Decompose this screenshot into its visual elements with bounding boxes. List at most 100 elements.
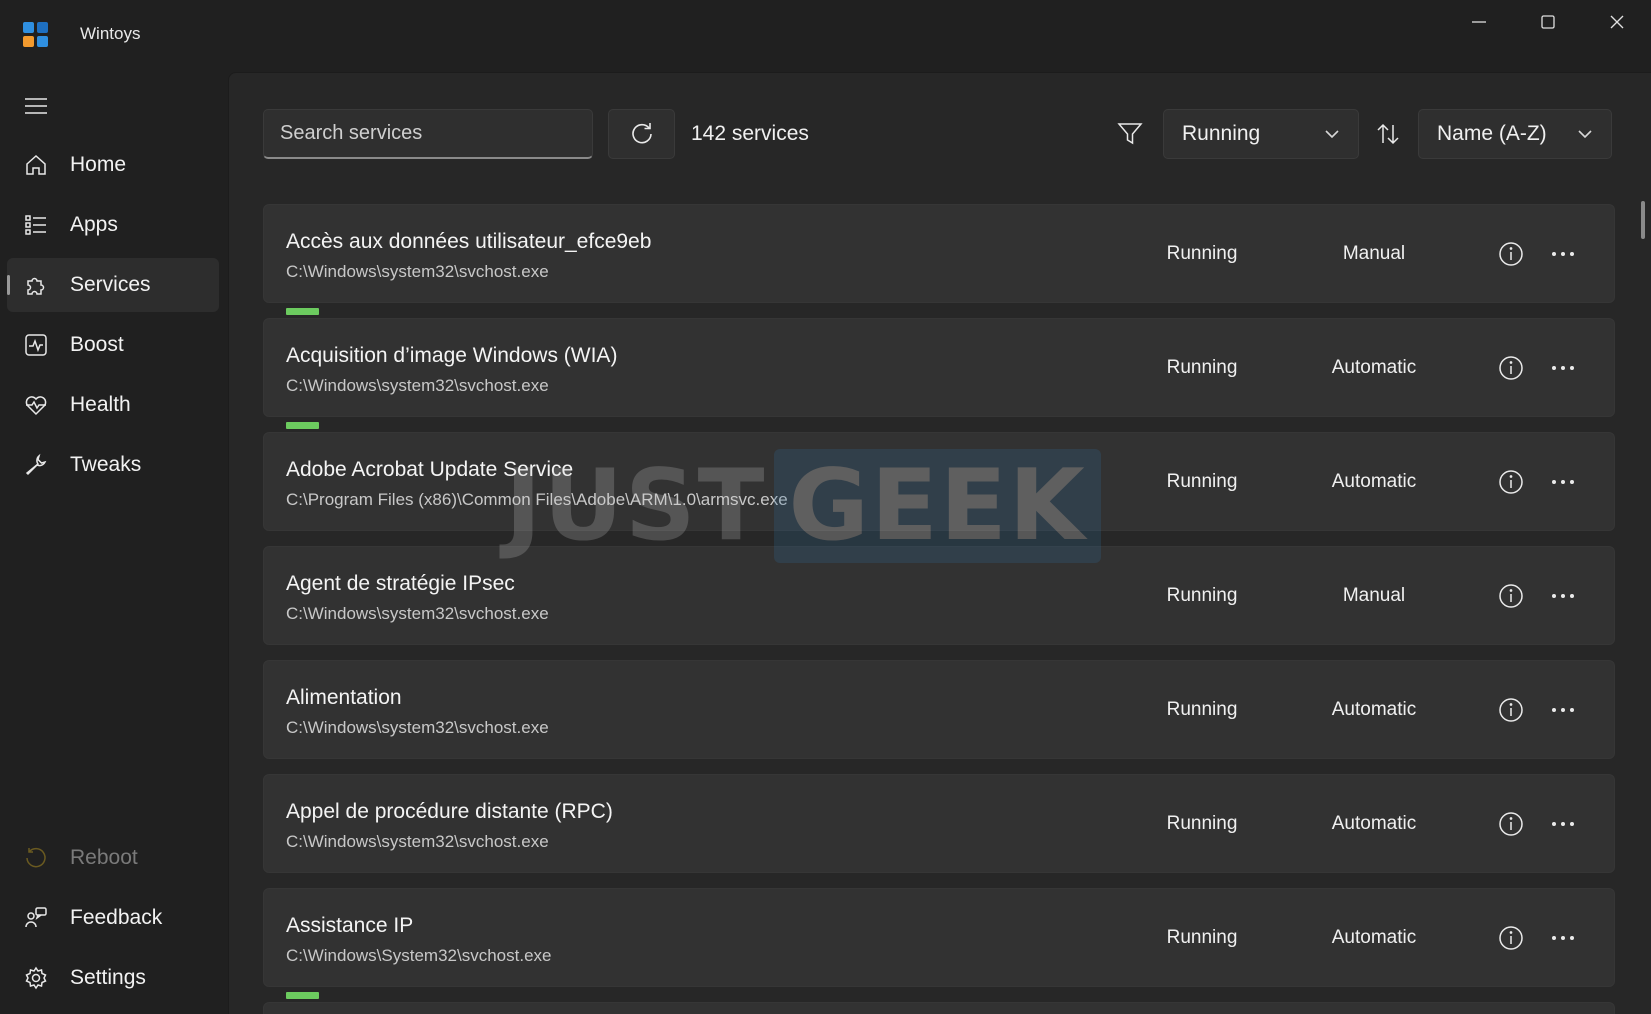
more-icon [1552,594,1574,598]
gear-icon [24,966,48,990]
more-icon [1552,708,1574,712]
running-indicator-bar [286,422,319,429]
app-title: Wintoys [80,24,141,43]
service-status: Running [1166,927,1238,948]
service-count: 142 services [691,122,809,145]
service-startup-type: Automatic [1331,699,1417,720]
service-name: Accès aux données utilisateur_efce9eb [286,230,652,253]
service-startup-type: Manual [1342,585,1406,606]
service-row[interactable]: Accès aux données utilisateur_efce9eb C:… [263,204,1615,303]
service-name: Alimentation [286,686,402,709]
maximize-icon [1540,15,1555,29]
refresh-button[interactable] [608,109,675,159]
service-status: Running [1166,585,1238,606]
sidebar-item-label: Boost [70,333,124,356]
service-startup-type: Manual [1342,243,1406,264]
service-path: C:\Windows\system32\svchost.exe [286,718,549,737]
more-options-button[interactable] [1550,697,1576,723]
sort-dropdown[interactable]: Name (A-Z) [1418,109,1612,159]
running-indicator-bar [286,992,319,999]
service-path: C:\Windows\system32\svchost.exe [286,832,549,851]
services-panel: 142 services Running Name (A-Z) Accès au… [228,72,1651,1014]
more-options-button[interactable] [1550,469,1576,495]
service-row[interactable]: Alimentation C:\Windows\system32\svchost… [263,660,1615,759]
apps-list-icon [24,213,48,237]
more-options-button[interactable] [1550,583,1576,609]
service-row[interactable]: Appel de procédure distante (RPC) C:\Win… [263,774,1615,873]
sidebar-item-settings[interactable]: Settings [7,951,219,1005]
maximize-button[interactable] [1513,0,1582,44]
service-path: C:\Windows\System32\svchost.exe [286,946,552,965]
sidebar-item-label: Tweaks [70,453,142,476]
info-icon [1499,470,1523,494]
service-path: C:\Windows\system32\svchost.exe [286,262,549,281]
sidebar-item-feedback[interactable]: Feedback [7,891,219,945]
sidebar-item-services[interactable]: Services [7,258,219,312]
info-icon [1499,584,1523,608]
info-button[interactable] [1498,469,1524,495]
sidebar-nav: Home Apps Services Boost Health Tweaks [7,138,219,498]
sidebar-bottom-nav: Reboot Feedback Settings [7,831,219,1011]
info-button[interactable] [1498,583,1524,609]
more-options-button[interactable] [1550,811,1576,837]
more-options-button[interactable] [1550,925,1576,951]
close-icon [1610,15,1623,29]
service-startup-type: Automatic [1331,357,1417,378]
close-button[interactable] [1582,0,1651,44]
service-row[interactable]: Agent de stratégie IPsec C:\Windows\syst… [263,546,1615,645]
filter-icon [1117,121,1143,147]
info-button[interactable] [1498,811,1524,837]
wrench-icon [24,453,48,477]
feedback-icon [24,906,48,930]
service-row[interactable] [263,992,1615,1014]
more-icon [1552,822,1574,826]
service-startup-type: Automatic [1331,927,1417,948]
title-bar: Wintoys [0,0,1651,70]
service-status: Running [1166,357,1238,378]
window-controls [1444,0,1651,44]
sort-icon[interactable] [1375,121,1401,147]
sidebar-item-home[interactable]: Home [7,138,219,192]
more-icon [1552,366,1574,370]
toolbar: 142 services Running Name (A-Z) [263,109,1623,159]
more-icon [1552,936,1574,940]
service-row[interactable]: Adobe Acrobat Update Service C:\Program … [263,422,1615,531]
info-icon [1499,698,1523,722]
sidebar-item-reboot[interactable]: Reboot [7,831,219,885]
heart-pulse-icon [24,393,48,417]
more-icon [1552,252,1574,256]
scrollbar-thumb[interactable] [1641,201,1645,239]
service-row[interactable]: Assistance IP C:\Windows\System32\svchos… [263,888,1615,987]
service-row[interactable]: Acquisition d’image Windows (WIA) C:\Win… [263,308,1615,417]
info-button[interactable] [1498,925,1524,951]
sidebar-item-label: Home [70,153,127,176]
info-icon [1499,356,1523,380]
sidebar-item-tweaks[interactable]: Tweaks [7,438,219,492]
service-name: Assistance IP [286,914,414,937]
sidebar-item-label: Settings [70,966,146,989]
home-icon [24,153,48,177]
sidebar-item-label: Apps [70,213,118,236]
more-options-button[interactable] [1550,355,1576,381]
chevron-down-icon [1325,130,1339,139]
sidebar-item-label: Reboot [70,846,138,869]
menu-toggle-button[interactable] [24,96,48,116]
search-input[interactable] [263,109,593,159]
service-name: Acquisition d’image Windows (WIA) [286,344,618,367]
minimize-button[interactable] [1444,0,1513,44]
info-button[interactable] [1498,355,1524,381]
chevron-down-icon [1578,130,1592,139]
sidebar-item-boost[interactable]: Boost [7,318,219,372]
info-button[interactable] [1498,241,1524,267]
service-name: Appel de procédure distante (RPC) [286,800,613,823]
status-filter-dropdown[interactable]: Running [1163,109,1359,159]
info-button[interactable] [1498,697,1524,723]
refresh-icon [631,123,652,144]
info-icon [1499,926,1523,950]
minimize-icon [1471,21,1486,23]
sidebar-item-health[interactable]: Health [7,378,219,432]
service-name: Agent de stratégie IPsec [286,572,515,595]
sidebar-item-apps[interactable]: Apps [7,198,219,252]
service-status: Running [1166,471,1238,492]
more-options-button[interactable] [1550,241,1576,267]
